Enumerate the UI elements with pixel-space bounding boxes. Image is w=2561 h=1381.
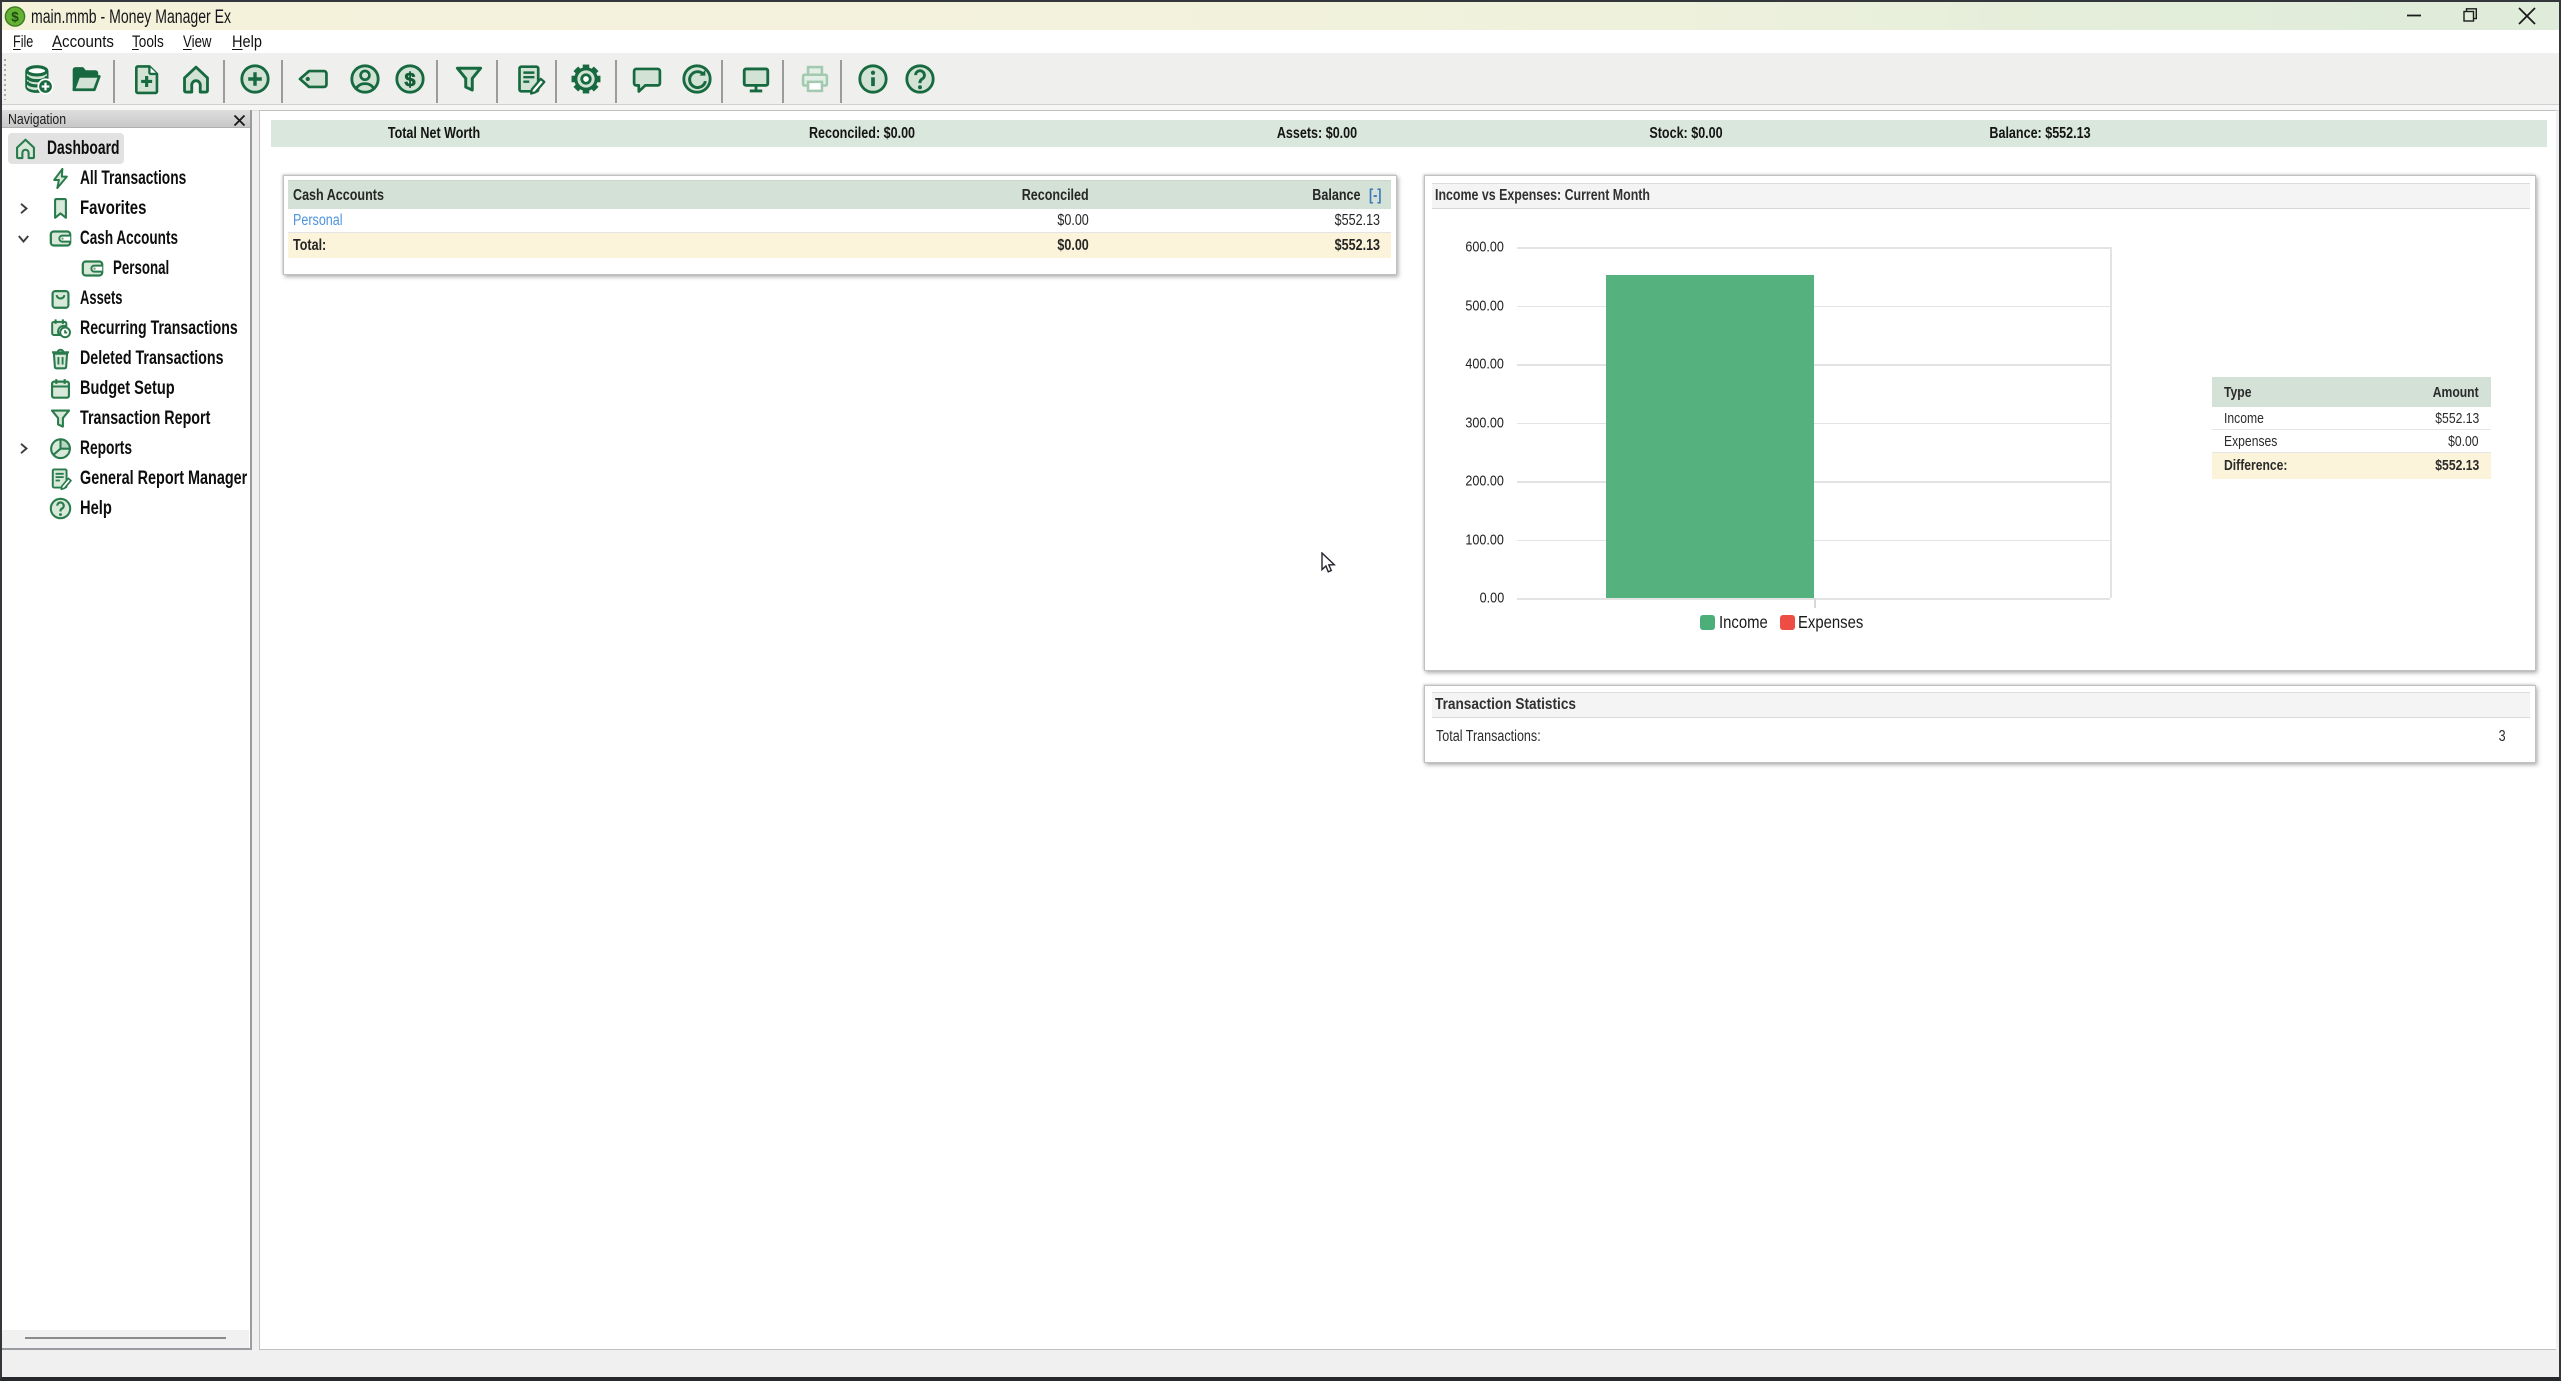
svg-text:$: $ xyxy=(404,69,415,91)
svg-text:$: $ xyxy=(11,9,19,24)
